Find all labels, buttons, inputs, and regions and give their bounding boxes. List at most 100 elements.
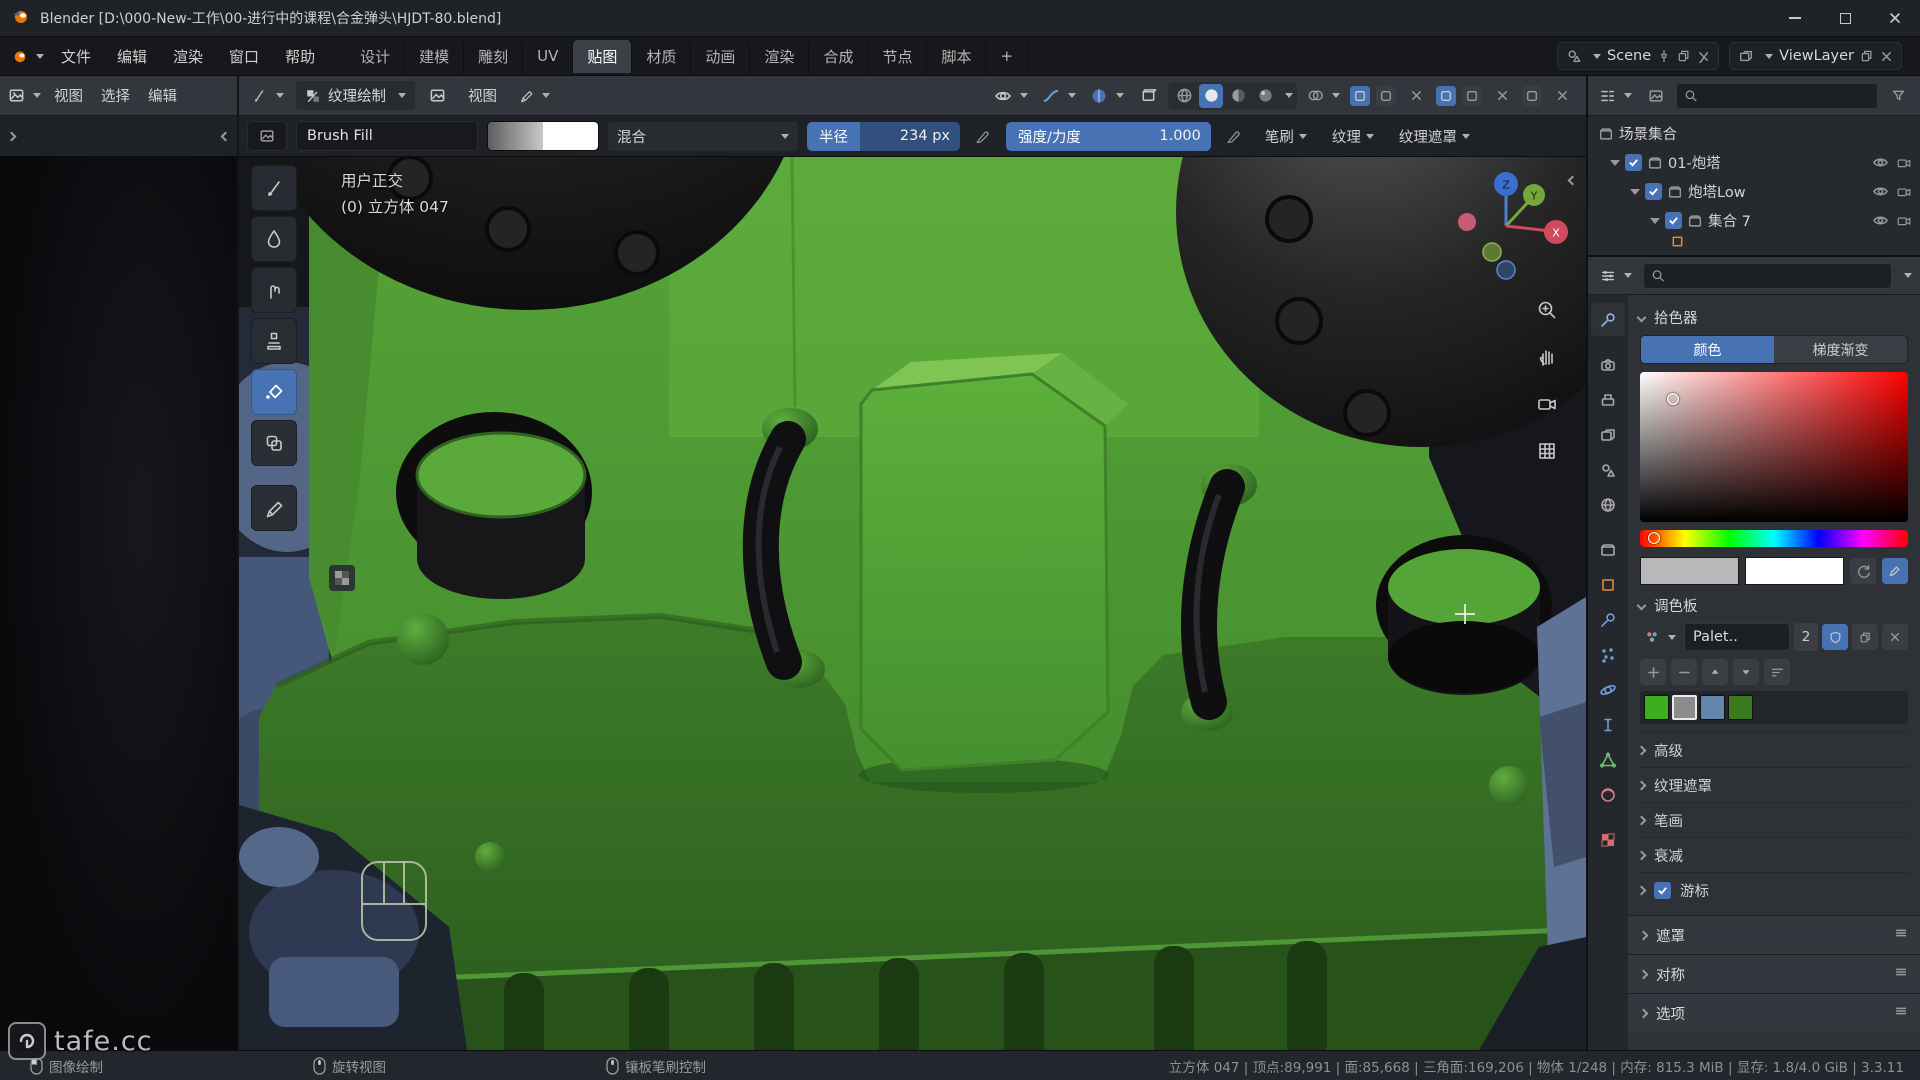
- menu-edit[interactable]: 编辑: [104, 41, 160, 72]
- menu-file[interactable]: 文件: [48, 41, 104, 72]
- clip-toggle-a[interactable]: [1436, 86, 1456, 106]
- properties-tab-world-icon[interactable]: [1591, 488, 1625, 521]
- falloff-menu[interactable]: [1038, 82, 1080, 110]
- properties-tab-scene-icon[interactable]: [1591, 453, 1625, 486]
- viewport-3d[interactable]: 用户正交 (0) 立方体 047 Z Y X: [239, 157, 1586, 1050]
- view-layer-selector[interactable]: ViewLayer: [1729, 42, 1902, 70]
- properties-tab-collection-icon[interactable]: [1591, 533, 1625, 566]
- palette-section-header[interactable]: 调色板: [1638, 589, 1910, 621]
- panel-drag-handle-icon[interactable]: [1894, 1004, 1908, 1022]
- pivot-box-icon[interactable]: [1134, 82, 1162, 110]
- add-color-button[interactable]: [1640, 659, 1666, 685]
- workspace-tab-active[interactable]: 贴图: [573, 40, 632, 73]
- strength-slider[interactable]: 强度/力度 1.000: [1006, 122, 1211, 151]
- eyedropper-icon[interactable]: [1882, 558, 1908, 584]
- properties-tab-physics-icon[interactable]: [1591, 673, 1625, 706]
- app-menu-icon[interactable]: [8, 42, 48, 70]
- image-editor-canvas[interactable]: [0, 157, 239, 1050]
- disclosure-triangle-icon[interactable]: [1630, 189, 1640, 195]
- outliner-search-input[interactable]: [1703, 88, 1870, 104]
- collection-checkbox[interactable]: [1665, 212, 1682, 229]
- hue-bar[interactable]: [1640, 530, 1908, 547]
- properties-tab-texture-icon[interactable]: [1591, 823, 1625, 856]
- properties-search[interactable]: [1643, 263, 1892, 289]
- move-color-down-button[interactable]: [1733, 659, 1759, 685]
- brush-name-button[interactable]: Brush Fill: [296, 121, 478, 151]
- panel-symmetry[interactable]: 对称: [1628, 954, 1920, 993]
- properties-tab-material-icon[interactable]: [1591, 778, 1625, 811]
- image-datablock-icon[interactable]: [423, 82, 451, 110]
- panel-falloff[interactable]: 衰减: [1638, 837, 1910, 872]
- mode-selector[interactable]: 纹理绘制: [296, 81, 415, 110]
- sort-colors-button[interactable]: [1764, 659, 1790, 685]
- overlays-menu[interactable]: [1303, 82, 1344, 110]
- outliner-row-collection[interactable]: 集合 7: [1588, 206, 1920, 235]
- panel-drag-handle-icon[interactable]: [1894, 965, 1908, 983]
- collection-checkbox[interactable]: [1645, 183, 1662, 200]
- refresh-icon[interactable]: [1850, 558, 1876, 584]
- toggle-perspective-icon[interactable]: [1530, 434, 1564, 468]
- tool-soften[interactable]: [251, 216, 297, 262]
- properties-search-input[interactable]: [1671, 268, 1884, 284]
- workspace-tab[interactable]: 合成: [809, 40, 868, 73]
- outliner-row-collection[interactable]: 炮塔Low: [1588, 177, 1920, 206]
- tool-mask[interactable]: [251, 420, 297, 466]
- hue-cursor[interactable]: [1648, 532, 1660, 544]
- new-view-layer-icon[interactable]: [1860, 49, 1874, 63]
- zoom-icon[interactable]: [1530, 293, 1564, 327]
- tab-color[interactable]: 颜色: [1641, 336, 1774, 363]
- workspace-tab[interactable]: 设计: [346, 40, 405, 73]
- workspace-tab[interactable]: 建模: [405, 40, 464, 73]
- collapse-panel-icon[interactable]: [221, 131, 231, 141]
- properties-tab-constraints-icon[interactable]: [1591, 708, 1625, 741]
- minimize-button[interactable]: [1770, 0, 1820, 36]
- radius-pressure-icon[interactable]: [969, 122, 997, 150]
- palette-swatch-selected[interactable]: [1672, 695, 1697, 720]
- eye-icon[interactable]: [1872, 212, 1889, 229]
- camera-view-icon[interactable]: [1530, 387, 1564, 421]
- tool-smear[interactable]: [251, 267, 297, 313]
- workspace-tab[interactable]: 动画: [691, 40, 750, 73]
- add-workspace-button[interactable]: +: [986, 41, 1028, 71]
- close-button[interactable]: [1870, 0, 1920, 36]
- tool-fill[interactable]: [251, 369, 297, 415]
- image-editor-menu-edit[interactable]: 编辑: [139, 80, 186, 111]
- disclosure-triangle-icon[interactable]: [1650, 218, 1660, 224]
- palette-swatch[interactable]: [1728, 695, 1753, 720]
- render-camera-icon[interactable]: [1896, 155, 1912, 171]
- properties-tab-object-data-icon[interactable]: [1591, 743, 1625, 776]
- panel-advanced[interactable]: 高级: [1638, 732, 1910, 767]
- menu-help[interactable]: 帮助: [272, 41, 328, 72]
- disclosure-triangle-icon[interactable]: [1610, 160, 1620, 166]
- properties-tab-output-icon[interactable]: [1591, 383, 1625, 416]
- expand-panel-icon[interactable]: [7, 131, 17, 141]
- brush-preview-button[interactable]: [247, 121, 287, 151]
- outliner-filter-icon[interactable]: [1884, 82, 1912, 110]
- workspace-tab[interactable]: 脚本: [927, 40, 986, 73]
- image-editor-menu-view[interactable]: 视图: [45, 80, 92, 111]
- new-palette-icon[interactable]: [1852, 624, 1878, 650]
- panel-texture-mask[interactable]: 纹理遮罩: [1638, 767, 1910, 802]
- scene-selector[interactable]: Scene: [1557, 42, 1719, 70]
- panel-options[interactable]: 选项: [1628, 993, 1920, 1032]
- radius-slider[interactable]: 半径 234 px: [807, 122, 960, 151]
- editor-type-image-icon[interactable]: [4, 82, 45, 110]
- properties-editor-type-icon[interactable]: [1596, 262, 1636, 290]
- color-field-cursor[interactable]: [1667, 393, 1679, 405]
- outliner-row-collection[interactable]: 01-炮塔: [1588, 148, 1920, 177]
- move-color-up-button[interactable]: [1702, 659, 1728, 685]
- workspace-tab[interactable]: 节点: [868, 40, 927, 73]
- clip-toggle-b[interactable]: [1462, 86, 1482, 106]
- color-picker-section-header[interactable]: 拾色器: [1638, 301, 1910, 333]
- workspace-tab[interactable]: 材质: [632, 40, 691, 73]
- remove-color-button[interactable]: [1671, 659, 1697, 685]
- tool-draw[interactable]: [251, 165, 297, 211]
- outliner-search[interactable]: [1676, 83, 1878, 109]
- tool-annotate[interactable]: [251, 485, 297, 531]
- active-tool-icon[interactable]: [247, 82, 288, 110]
- properties-tab-modifiers-icon[interactable]: [1591, 603, 1625, 636]
- palette-browse-icon[interactable]: [1640, 623, 1680, 651]
- image-editor-menu-select[interactable]: 选择: [92, 80, 139, 111]
- clear-mirror-icon[interactable]: [1402, 82, 1430, 110]
- palette-swatch[interactable]: [1700, 695, 1725, 720]
